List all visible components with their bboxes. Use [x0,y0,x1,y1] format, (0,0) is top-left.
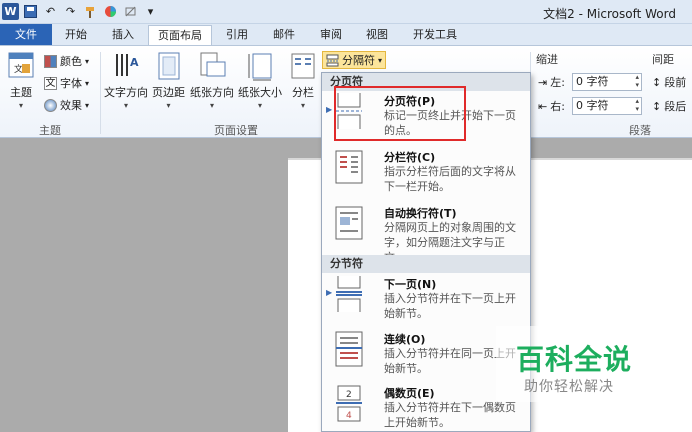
ribbon-tabs: 文件 开始 插入 页面布局 引用 邮件 审阅 视图 开发工具 [0,24,692,46]
size-button[interactable]: 纸张大小 ▾ [238,50,282,110]
themes-button[interactable]: 文 主题 ▾ [6,50,36,110]
columns-button[interactable]: 分栏 ▾ [288,50,318,110]
indent-left-icon: ⇥ [538,75,548,89]
theme-effects-label: 效果 [60,99,82,112]
margins-caret-icon: ▾ [166,101,171,110]
text-direction-button[interactable]: A 文字方向 ▾ [104,50,148,110]
orientation-button[interactable]: 纸张方向 ▾ [190,50,234,110]
menu-item-description: 指示分栏符后面的文字将从下一栏开始。 [384,165,516,193]
menu-item-title: 偶数页(E) [384,387,435,400]
indent-left-input[interactable]: 0 字符 [572,73,642,91]
group-label-themes: 主题 [39,124,61,137]
tab-references[interactable]: 引用 [218,25,256,45]
size-label: 纸张大小 [238,86,282,99]
menu-item-title: 分栏符(C) [384,151,436,164]
columns-label: 分栏 [292,86,314,99]
svg-text:A: A [130,56,139,69]
theme-colors-icon [44,54,57,68]
window-title: 文档2 - Microsoft Word [543,7,676,21]
menu-item-title: 下一页(N) [384,278,437,291]
group-label-page-setup: 页面设置 [214,124,258,137]
text-direction-label: 文字方向 [104,86,148,99]
tab-home[interactable]: 开始 [56,25,96,45]
themes-icon: 文 [8,52,34,78]
spacing-before-label: ↕ 段前 [652,75,687,90]
tab-mailings[interactable]: 邮件 [264,25,304,45]
undo-icon[interactable]: ↶ [42,3,59,20]
indent-left-label: ⇥ 左: [538,75,565,90]
margins-button[interactable]: 页边距 ▾ [152,50,185,110]
title-bar: W ↶ ↷ ▾ 文档2 - Microsoft Word [0,0,692,24]
tab-page-layout[interactable]: 页面布局 [148,25,212,46]
spacing-after-icon: ↕ [652,99,662,113]
watermark-slogan: 助你轻松解决 [524,379,614,395]
themes-label: 主题 [10,86,32,99]
group-label-paragraph: 段落 [629,124,651,137]
menu-item-column-break[interactable]: 分栏符(C) 指示分栏符后面的文字将从下一栏开始。 [322,147,530,203]
highlight-box [334,86,466,141]
spacing-after-label: ↕ 段后 [652,99,687,114]
theme-fonts-button[interactable]: 文 字体 ▾ [44,74,89,92]
theme-effects-icon [44,98,57,112]
tab-view[interactable]: 视图 [358,25,396,45]
redo-icon[interactable]: ↷ [62,3,79,20]
columns-icon [291,53,315,79]
theme-fonts-icon: 文 [44,76,57,90]
format-painter-icon[interactable] [82,3,99,20]
menu-item-text-wrapping-break[interactable]: 自动换行符(T) 分隔网页上的对象周围的文字，如分隔题注文字与正文。 [322,203,530,264]
spacing-before-icon: ↕ [652,75,662,89]
indent-right-input[interactable]: 0 字符 [572,97,642,115]
quick-access-toolbar: W ↶ ↷ ▾ [2,3,159,20]
section-header-section-breaks: 分节符 [322,255,530,273]
breaks-icon [326,54,339,66]
next-page-section-icon [336,276,362,312]
indent-right-label: ⇤ 右: [538,99,565,114]
customize-qat-icon[interactable]: ▾ [142,3,159,20]
svg-text:2: 2 [346,390,352,400]
svg-text:文: 文 [14,63,23,75]
text-direction-caret-icon: ▾ [123,101,128,110]
menu-item-next-page[interactable]: ▶ 下一页(N) 插入分节符并在下一页上开始新节。 [322,274,530,328]
theme-fonts-label: 字体 [60,77,82,90]
tab-insert[interactable]: 插入 [103,25,143,45]
tab-review[interactable]: 审阅 [312,25,350,45]
column-break-icon [335,150,363,184]
tab-file[interactable]: 文件 [0,24,52,45]
orientation-caret-icon: ▾ [209,101,214,110]
even-page-section-icon: 2 4 [336,385,362,422]
theme-colors-button[interactable]: 颜色 ▾ [44,52,89,70]
clear-format-icon[interactable] [122,3,139,20]
color-wheel-icon[interactable] [102,3,119,20]
theme-effects-button[interactable]: 效果 ▾ [44,96,89,114]
continuous-section-icon [335,331,363,367]
save-icon[interactable] [22,3,39,20]
columns-caret-icon: ▾ [300,101,305,110]
size-caret-icon: ▾ [257,101,262,110]
spacing-label: 间距 [652,53,674,66]
word-app-icon[interactable]: W [2,3,19,20]
text-wrapping-break-icon [335,206,363,240]
watermark-logo-text: 百科全说 [516,343,633,376]
breaks-label: 分隔符 [342,54,375,67]
menu-item-title: 连续(O) [384,333,426,346]
text-direction-icon: A [116,54,139,76]
margins-label: 页边距 [152,86,185,99]
orientation-label: 纸张方向 [190,86,234,99]
margins-icon [158,52,179,80]
svg-text:4: 4 [346,411,352,421]
themes-caret-icon: ▾ [18,101,23,110]
tab-developer[interactable]: 开发工具 [404,25,466,45]
menu-item-description: 插入分节符并在下一页上开始新节。 [384,292,516,320]
orientation-icon [200,52,226,77]
theme-colors-label: 颜色 [60,55,82,68]
indent-right-icon: ⇤ [538,99,548,113]
menu-item-title: 自动换行符(T) [384,207,457,220]
indent-label: 缩进 [536,53,558,66]
group-divider [100,52,101,134]
menu-item-description: 插入分节符并在下一偶数页上开始新节。 [384,401,516,429]
breaks-button[interactable]: 分隔符 ▾ [322,51,387,69]
size-icon [248,53,272,81]
